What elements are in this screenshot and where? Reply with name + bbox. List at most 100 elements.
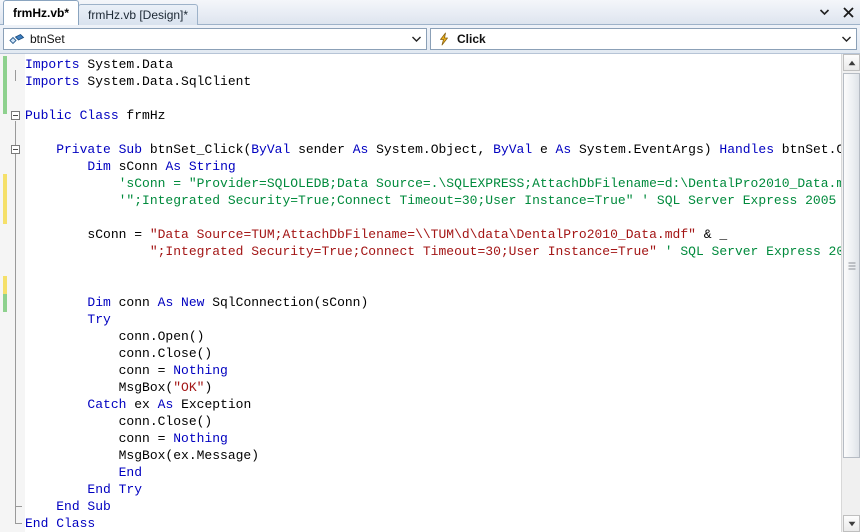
code-line: Imports System.Data.SqlClient: [25, 73, 841, 90]
code-line: Try: [25, 311, 841, 328]
code-text-surface[interactable]: Imports System.Data Imports System.Data.S…: [25, 54, 841, 532]
outlining-guide-line: [15, 70, 16, 81]
member-dropdown[interactable]: btnSet: [3, 28, 427, 50]
outlining-end-elbow: [15, 523, 22, 524]
tab-frmhz-vb-label: frmHz.vb*: [13, 6, 70, 20]
code-token: conn.Close(): [25, 414, 213, 429]
code-token: Handles: [719, 142, 774, 157]
outlining-end-elbow: [15, 506, 22, 507]
code-line: Imports System.Data: [25, 56, 841, 73]
code-token: System.Data: [79, 57, 174, 72]
code-line: conn = Nothing: [25, 430, 841, 447]
code-token: Private Sub: [25, 142, 143, 157]
vertical-scrollbar[interactable]: [841, 54, 860, 532]
code-token: As New: [157, 295, 205, 310]
code-token: btnSet_Click(: [142, 142, 252, 157]
code-line: MsgBox(ex.Message): [25, 447, 841, 464]
code-line: Dim sConn As String: [25, 158, 841, 175]
scroll-up-button[interactable]: [843, 54, 860, 71]
code-token: ByVal: [493, 142, 533, 157]
code-line: End Class: [25, 515, 841, 532]
code-token: As: [352, 142, 369, 157]
code-token: sConn: [110, 159, 166, 174]
code-line: 'sConn = "Provider=SQLOLEDB;Data Source=…: [25, 175, 841, 192]
code-token: & _: [695, 227, 728, 242]
code-token: Dim: [87, 159, 111, 174]
code-token: As: [555, 142, 572, 157]
indicator-margin: [0, 54, 7, 532]
editor-navigation-bar: btnSet Click: [0, 25, 860, 54]
code-line: Private Sub btnSet_Click(ByVal sender As…: [25, 141, 841, 158]
code-token: Nothing: [173, 431, 228, 446]
tab-frmhz-vb[interactable]: frmHz.vb*: [3, 0, 80, 25]
code-token: Dim: [87, 295, 111, 310]
code-token: Public Class: [25, 108, 119, 123]
code-editor[interactable]: Imports System.Data Imports System.Data.S…: [0, 54, 860, 532]
member-dropdown-value: btnSet: [30, 32, 65, 46]
code-line: conn = Nothing: [25, 362, 841, 379]
code-token: Catch: [87, 397, 127, 412]
member-dropdown-chevron-down-icon[interactable]: [408, 29, 424, 49]
event-dropdown-value: Click: [457, 32, 486, 46]
code-token: Exception: [173, 397, 252, 412]
event-dropdown-chevron-down-icon[interactable]: [838, 29, 854, 49]
event-dropdown[interactable]: Click: [430, 28, 857, 50]
code-token: "OK": [173, 380, 205, 395]
code-token: Imports: [25, 57, 80, 72]
code-token: String: [188, 159, 236, 174]
code-lines: Imports System.Data Imports System.Data.S…: [25, 56, 841, 532]
code-token: Nothing: [173, 363, 228, 378]
code-token: ";Integrated Security=True;Connect Timeo…: [149, 244, 657, 259]
scrollbar-thumb[interactable]: [843, 73, 860, 458]
code-line: MsgBox("OK"): [25, 379, 841, 396]
code-token: System.Data.SqlClient: [79, 74, 252, 89]
code-token: frmHz: [118, 108, 166, 123]
outlining-toggle-sub[interactable]: [7, 141, 25, 158]
code-line: Catch ex As Exception: [25, 396, 841, 413]
code-token: End Try: [87, 482, 143, 497]
close-icon[interactable]: [841, 5, 856, 20]
code-line: conn.Close(): [25, 345, 841, 362]
code-token: '";Integrated Security=True;Connect Time…: [25, 193, 837, 208]
code-line: '";Integrated Security=True;Connect Time…: [25, 192, 841, 209]
scroll-down-button[interactable]: [843, 515, 860, 532]
code-line: End Try: [25, 481, 841, 498]
code-token: Imports: [25, 74, 80, 89]
outlining-margin[interactable]: [7, 54, 25, 532]
document-tab-strip: frmHz.vb* frmHz.vb [Design]*: [0, 0, 860, 25]
scrollbar-grip-icon: [848, 262, 855, 269]
vs-code-editor-window: frmHz.vb* frmHz.vb [Design]* btnSet Clic…: [0, 0, 860, 532]
collapse-box-icon[interactable]: [11, 145, 20, 154]
code-token: System.EventArgs): [571, 142, 720, 157]
tab-list-dropdown-icon[interactable]: [817, 5, 832, 20]
code-line: conn.Open(): [25, 328, 841, 345]
outlining-toggle-class[interactable]: [7, 107, 25, 124]
code-token: conn.Open(): [25, 329, 205, 344]
code-token: MsgBox(ex.Message): [25, 448, 260, 463]
code-token: End: [118, 465, 143, 480]
code-token: End Class: [25, 516, 96, 531]
code-token: ex: [126, 397, 158, 412]
tab-frmhz-vb-design[interactable]: frmHz.vb [Design]*: [78, 4, 199, 25]
code-line: End: [25, 464, 841, 481]
tab-frmhz-vb-design-label: frmHz.vb [Design]*: [88, 8, 189, 22]
code-line: ";Integrated Security=True;Connect Timeo…: [25, 243, 841, 260]
code-token: ): [204, 380, 213, 395]
outlining-guide-line: [15, 121, 16, 523]
code-line: End Sub: [25, 498, 841, 515]
code-line: conn.Close(): [25, 413, 841, 430]
document-tabs: frmHz.vb* frmHz.vb [Design]*: [3, 0, 199, 25]
code-token: conn: [110, 295, 158, 310]
collapse-box-icon[interactable]: [11, 111, 20, 120]
